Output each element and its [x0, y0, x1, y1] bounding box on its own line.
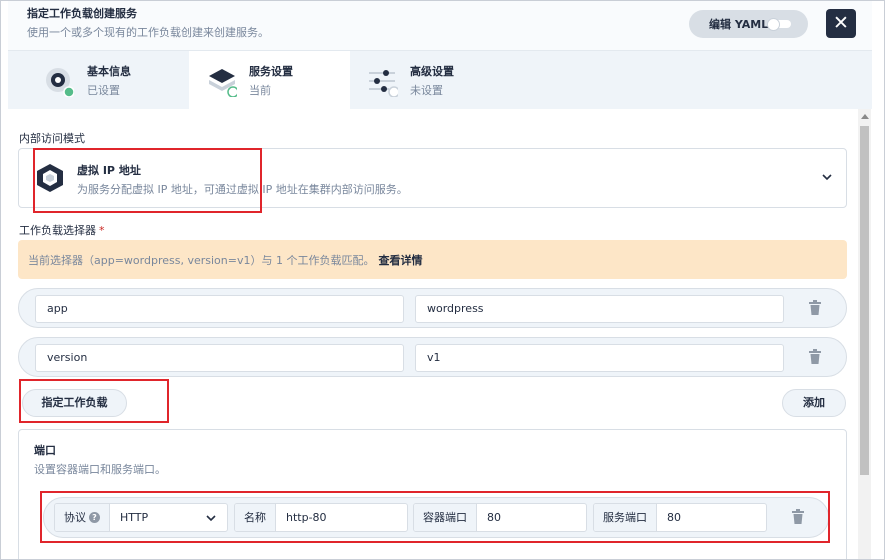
service-settings-icon — [209, 69, 237, 97]
edit-yaml-toggle-button[interactable]: 编辑 YAML — [689, 10, 808, 38]
close-icon: ✕ — [833, 12, 849, 34]
vertical-scrollbar[interactable] — [858, 109, 871, 559]
tab-advanced-settings[interactable]: 高级设置 未设置 — [350, 51, 511, 109]
advanced-settings-icon — [369, 70, 398, 97]
tab-basic-info-label: 基本信息 — [87, 65, 131, 78]
chevron-down-icon — [206, 515, 216, 522]
close-button[interactable]: ✕ — [826, 9, 856, 38]
scroll-thumb[interactable] — [860, 126, 869, 475]
protocol-value: HTTP — [120, 511, 149, 524]
ports-title: 端口 — [34, 444, 56, 457]
selector-value-input[interactable]: wordpress — [415, 295, 784, 323]
dialog-header: 指定工作负载创建服务 使用一个或多个现有的工作负载创建来创建服务。 编辑 YAM… — [8, 1, 872, 51]
container-port-label: 容器端口 — [414, 504, 477, 531]
tab-service-settings-label: 服务设置 — [249, 65, 293, 78]
service-port-input[interactable]: 80 — [657, 504, 766, 531]
tab-service-settings[interactable]: 服务设置 当前 — [189, 51, 350, 109]
port-name-field[interactable]: 名称 http-80 — [234, 503, 408, 532]
step-tabs: 基本信息 已设置 服务设置 当前 高级设置 未设置 — [8, 51, 872, 109]
dialog-title: 指定工作负载创建服务 — [27, 7, 137, 20]
help-icon[interactable]: ? — [89, 512, 100, 523]
access-mode-description: 为服务分配虚拟 IP 地址，可通过虚拟 IP 地址在集群内部访问服务。 — [77, 183, 408, 196]
tab-service-settings-status: 当前 — [249, 84, 271, 97]
add-selector-button[interactable]: 添加 — [782, 389, 846, 417]
trash-icon[interactable] — [791, 509, 805, 525]
protocol-select[interactable]: 协议? HTTP — [54, 503, 228, 532]
trash-icon[interactable] — [808, 300, 822, 316]
specify-workload-button[interactable]: 指定工作负载 — [22, 389, 127, 417]
container-port-field[interactable]: 容器端口 80 — [413, 503, 587, 532]
tab-basic-info[interactable]: 基本信息 已设置 — [8, 51, 169, 109]
selector-match-alert: 当前选择器（app=wordpress, version=v1）与 1 个工作负… — [18, 240, 847, 279]
dialog-description: 使用一个或多个现有的工作负载创建来创建服务。 — [27, 26, 269, 39]
protocol-addon: 协议? — [55, 504, 110, 531]
dialog-frame: 指定工作负载创建服务 使用一个或多个现有的工作负载创建来创建服务。 编辑 YAM… — [0, 0, 885, 560]
access-mode-select[interactable]: 虚拟 IP 地址 为服务分配虚拟 IP 地址，可通过虚拟 IP 地址在集群内部访… — [18, 148, 847, 208]
trash-icon[interactable] — [808, 349, 822, 365]
selector-row: version v1 — [18, 337, 847, 377]
port-name-label: 名称 — [235, 504, 276, 531]
selector-key-input[interactable]: version — [35, 344, 404, 372]
toggle-switch-icon — [767, 18, 791, 31]
required-mark: * — [99, 224, 105, 237]
cube-icon — [37, 164, 63, 192]
tab-advanced-settings-label: 高级设置 — [410, 65, 454, 78]
chevron-down-icon — [822, 174, 832, 181]
edit-yaml-label: 编辑 YAML — [709, 18, 769, 31]
access-mode-label: 内部访问模式 — [19, 132, 85, 145]
workload-selector-label-text: 工作负载选择器 — [19, 224, 96, 237]
workload-selector-label: 工作负载选择器 * — [19, 222, 105, 238]
basic-info-icon — [46, 68, 74, 97]
port-row: 协议? HTTP 名称 http-80 容器端口 80 服务端口 80 — [43, 497, 829, 538]
container-port-input[interactable]: 80 — [477, 504, 586, 531]
tab-basic-info-status: 已设置 — [87, 84, 120, 97]
scroll-up-arrow-icon[interactable] — [861, 114, 869, 119]
tab-advanced-settings-status: 未设置 — [410, 84, 443, 97]
port-name-input[interactable]: http-80 — [276, 504, 407, 531]
ports-section: 端口 设置容器端口和服务端口。 协议? HTTP 名称 http-80 容器端口… — [18, 429, 847, 559]
view-details-link[interactable]: 查看详情 — [378, 254, 422, 267]
selector-value-input[interactable]: v1 — [415, 344, 784, 372]
ports-description: 设置容器端口和服务端口。 — [34, 463, 166, 476]
service-port-field[interactable]: 服务端口 80 — [593, 503, 767, 532]
service-port-label: 服务端口 — [594, 504, 657, 531]
selector-key-input[interactable]: app — [35, 295, 404, 323]
selector-match-text: 当前选择器（app=wordpress, version=v1）与 1 个工作负… — [28, 254, 375, 267]
access-mode-title: 虚拟 IP 地址 — [77, 164, 141, 177]
selector-row: app wordpress — [18, 288, 847, 328]
protocol-label: 协议 — [64, 511, 86, 524]
